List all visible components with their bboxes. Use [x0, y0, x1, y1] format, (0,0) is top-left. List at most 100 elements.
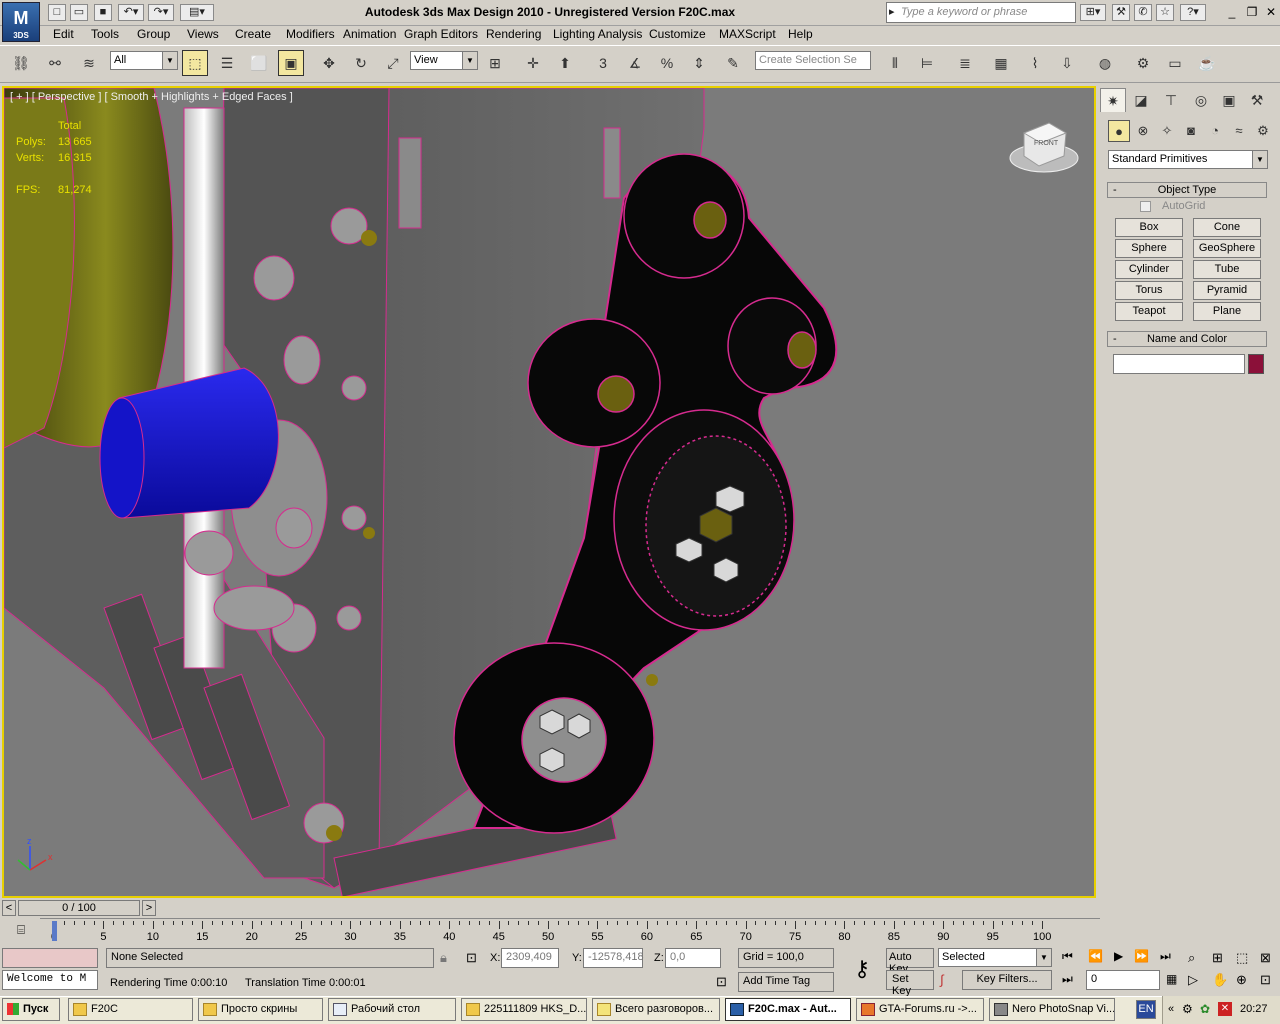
- sphere-button[interactable]: Sphere: [1115, 239, 1183, 258]
- zoom-extents-all-icon[interactable]: ⊠: [1260, 950, 1271, 966]
- menu-group[interactable]: Group: [137, 27, 170, 41]
- search-input[interactable]: Type a keyword or phrase: [886, 2, 1076, 23]
- taskbar-item[interactable]: GTA-Forums.ru ->...: [856, 998, 984, 1021]
- schematic-view-icon[interactable]: ⇩: [1054, 50, 1080, 76]
- menu-animation[interactable]: Animation: [343, 27, 396, 41]
- track-bar-toggle-icon[interactable]: ⌸: [8, 922, 34, 940]
- cone-button[interactable]: Cone: [1193, 218, 1261, 237]
- binoculars-icon[interactable]: ⊞▾: [1080, 4, 1106, 21]
- plane-button[interactable]: Plane: [1193, 302, 1261, 321]
- start-button[interactable]: Пуск: [2, 998, 60, 1021]
- object-color-swatch[interactable]: [1248, 354, 1264, 374]
- maxscript-listener-output[interactable]: Welcome to M: [2, 970, 98, 990]
- window-crossing-icon[interactable]: ▣: [278, 50, 304, 76]
- name-and-color-rollout[interactable]: Name and Color: [1107, 331, 1267, 347]
- menu-rendering[interactable]: Rendering: [486, 27, 541, 41]
- field-of-view-icon[interactable]: ▷: [1188, 972, 1198, 988]
- layer-manager-icon[interactable]: ≣: [952, 50, 978, 76]
- keyboard-shortcut-override-icon[interactable]: ⬆: [552, 50, 578, 76]
- modify-tab-icon[interactable]: ◪: [1128, 88, 1154, 112]
- time-tag-icon[interactable]: ⊡: [716, 974, 727, 990]
- named-selection-input[interactable]: Create Selection Se: [755, 51, 871, 70]
- taskbar-item[interactable]: Рабочий стол: [328, 998, 456, 1021]
- z-coordinate-input[interactable]: 0,0: [665, 948, 721, 968]
- cameras-icon[interactable]: ◙: [1180, 120, 1202, 142]
- systems-icon[interactable]: ⚙: [1252, 120, 1274, 142]
- rectangular-selection-icon[interactable]: ⬜: [246, 50, 272, 76]
- auto-key-button[interactable]: Auto Key: [886, 948, 934, 975]
- tube-button[interactable]: Tube: [1193, 260, 1261, 279]
- percent-snap-icon[interactable]: %: [654, 50, 680, 76]
- lights-icon[interactable]: ✧: [1156, 120, 1178, 142]
- pivot-center-icon[interactable]: ⊞: [482, 50, 508, 76]
- geosphere-button[interactable]: GeoSphere: [1193, 239, 1261, 258]
- hierarchy-tab-icon[interactable]: ⊤: [1158, 88, 1184, 112]
- time-next-button[interactable]: >: [142, 900, 156, 916]
- absolute-transform-icon[interactable]: ⊡: [466, 950, 477, 966]
- tray-app-icon[interactable]: ✕: [1218, 1002, 1232, 1016]
- time-slider-thumb[interactable]: 0 / 100: [18, 900, 140, 916]
- graphite-modeling-icon[interactable]: ▦: [988, 50, 1014, 76]
- select-by-name-icon[interactable]: ☰: [214, 50, 240, 76]
- project-folder-icon[interactable]: ▤▾: [180, 4, 214, 21]
- category-select[interactable]: Standard Primitives ▼: [1108, 150, 1268, 169]
- current-frame-marker[interactable]: [52, 921, 57, 941]
- minimize-icon[interactable]: _: [1222, 3, 1242, 22]
- taskbar-item[interactable]: F20C: [68, 998, 193, 1021]
- play-icon[interactable]: ▶: [1114, 949, 1123, 963]
- menu-views[interactable]: Views: [187, 27, 219, 41]
- tray-antivirus-icon[interactable]: ✿: [1200, 1002, 1210, 1016]
- maximize-viewport-icon[interactable]: ⊡: [1260, 972, 1271, 988]
- menu-help[interactable]: Help: [788, 27, 813, 41]
- perspective-viewport[interactable]: [ + ] [ Perspective ] [ Smooth + Highlig…: [2, 86, 1096, 898]
- snaps-toggle-icon[interactable]: 3: [590, 50, 616, 76]
- display-tab-icon[interactable]: ▣: [1216, 88, 1242, 112]
- tray-expand-icon[interactable]: «: [1168, 1003, 1174, 1015]
- move-icon[interactable]: ✥: [316, 50, 342, 76]
- time-prev-button[interactable]: <: [2, 900, 16, 916]
- mirror-icon[interactable]: ⫴: [882, 50, 908, 76]
- scale-icon[interactable]: ⤢: [380, 50, 406, 76]
- viewport-label-menu[interactable]: [ + ] [ Perspective ] [ Smooth + Highlig…: [10, 91, 293, 103]
- previous-frame-icon[interactable]: ⏪: [1088, 949, 1103, 963]
- pan-view-icon[interactable]: ✋: [1212, 972, 1228, 988]
- go-to-end-icon[interactable]: ⏭: [1160, 949, 1171, 964]
- angle-snap-icon[interactable]: ∡: [622, 50, 648, 76]
- link-icon[interactable]: ⛓: [8, 50, 34, 76]
- close-icon[interactable]: ✕: [1261, 3, 1280, 22]
- communication-icon[interactable]: ✆: [1134, 4, 1152, 21]
- save-file-icon[interactable]: ■: [94, 4, 112, 21]
- orbit-icon[interactable]: ⊕: [1236, 972, 1247, 988]
- open-file-icon[interactable]: ▭: [70, 4, 88, 21]
- menu-lighting-analysis[interactable]: Lighting Analysis: [553, 27, 642, 41]
- taskbar-item-active[interactable]: F20C.max - Aut...: [725, 998, 851, 1021]
- menu-create[interactable]: Create: [235, 27, 271, 41]
- geometry-icon[interactable]: ●: [1108, 120, 1130, 142]
- box-button[interactable]: Box: [1115, 218, 1183, 237]
- subscription-icon[interactable]: ⚒: [1112, 4, 1130, 21]
- viewcube[interactable]: FRONT: [1034, 140, 1058, 147]
- key-filters-button[interactable]: Key Filters...: [962, 970, 1052, 990]
- bind-space-warp-icon[interactable]: ≋: [76, 50, 102, 76]
- x-coordinate-input[interactable]: 2309,409: [501, 948, 559, 968]
- teapot-button[interactable]: Teapot: [1115, 302, 1183, 321]
- track-bar[interactable]: 0510152025303540455055606570758085909510…: [40, 918, 1100, 943]
- menu-maxscript[interactable]: MAXScript: [719, 27, 776, 41]
- edit-named-selection-icon[interactable]: ✎: [720, 50, 746, 76]
- select-object-icon[interactable]: ⬚: [182, 50, 208, 76]
- taskbar-item[interactable]: Nero PhotoSnap Vi...: [989, 998, 1115, 1021]
- default-in-out-tangent-icon[interactable]: ∫: [940, 972, 944, 987]
- material-editor-icon[interactable]: ◍: [1092, 50, 1118, 76]
- pyramid-button[interactable]: Pyramid: [1193, 281, 1261, 300]
- new-file-icon[interactable]: □: [48, 4, 66, 21]
- current-frame-input[interactable]: 0: [1086, 970, 1160, 990]
- autogrid-checkbox[interactable]: [1140, 201, 1151, 212]
- redo-icon[interactable]: ↷▾: [148, 4, 174, 21]
- zoom-all-icon[interactable]: ⊞: [1212, 950, 1223, 966]
- menu-customize[interactable]: Customize: [649, 27, 706, 41]
- taskbar-item[interactable]: Просто скрины: [198, 998, 323, 1021]
- go-to-start-icon[interactable]: ⏮: [1062, 949, 1073, 964]
- taskbar-item[interactable]: 225111809 HKS_D...: [461, 998, 587, 1021]
- help-icon[interactable]: ?▾: [1180, 4, 1206, 21]
- rendered-frame-window-icon[interactable]: ▭: [1162, 50, 1188, 76]
